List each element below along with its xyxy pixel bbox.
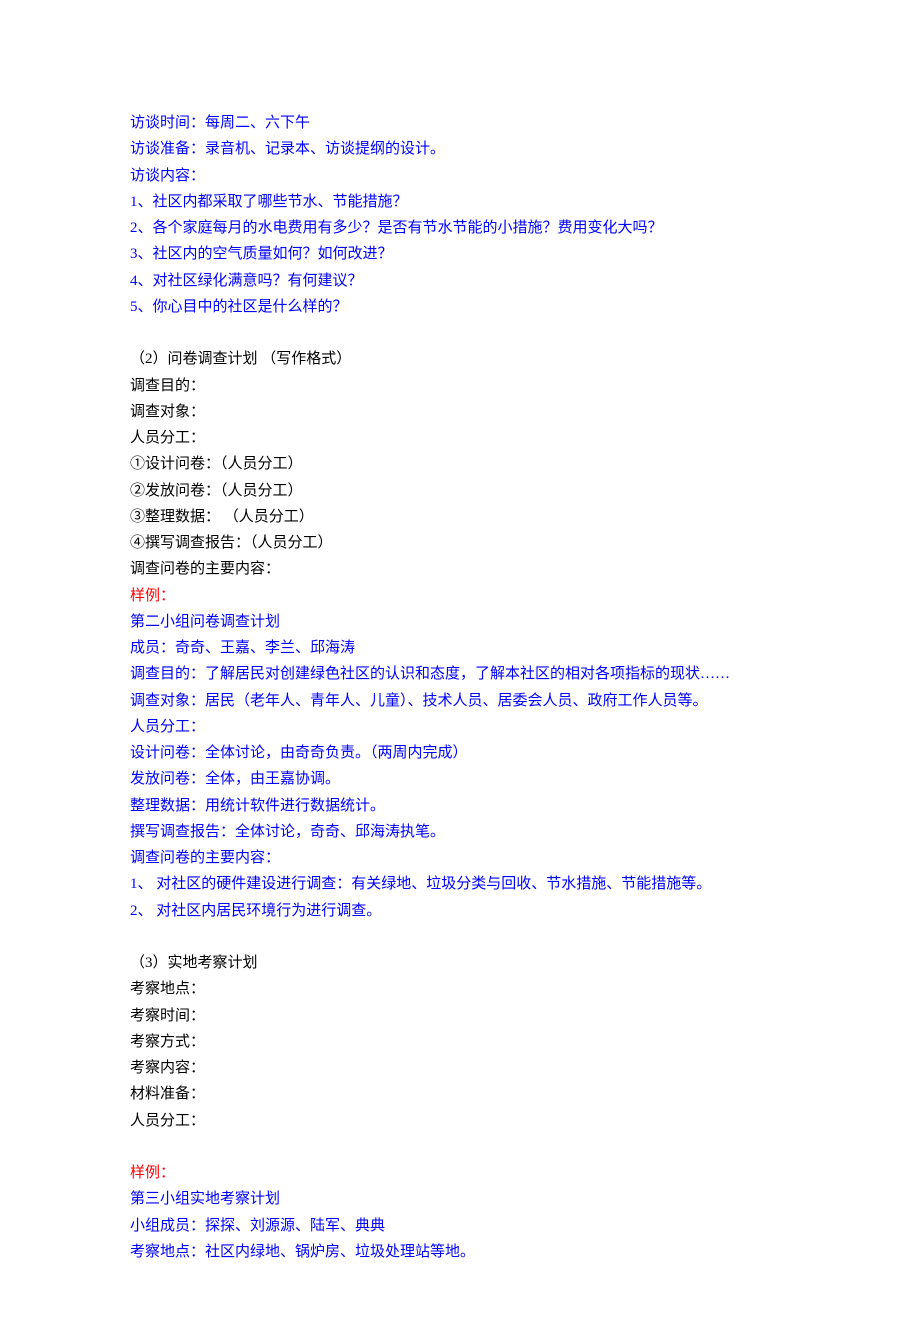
text-line: 第二小组问卷调查计划 — [130, 609, 790, 635]
text-line: 3、社区内的空气质量如何？如何改进？ — [130, 241, 790, 267]
text-line: 材料准备： — [130, 1081, 790, 1107]
text-line: 1、社区内都采取了哪些节水、节能措施？ — [130, 189, 790, 215]
text-line: 考察地点： — [130, 976, 790, 1002]
text-line: ②发放问卷：（人员分工） — [130, 478, 790, 504]
text-line: 2、各个家庭每月的水电费用有多少？是否有节水节能的小措施？费用变化大吗？ — [130, 215, 790, 241]
text-line: 4、对社区绿化满意吗？有何建议？ — [130, 268, 790, 294]
text-line: 考察内容： — [130, 1055, 790, 1081]
text-line: ①设计问卷：（人员分工） — [130, 451, 790, 477]
blank-line — [130, 1134, 790, 1160]
text-line: 考察地点：社区内绿地、锅炉房、垃圾处理站等地。 — [130, 1239, 790, 1265]
text-line: 发放问卷：全体，由王嘉协调。 — [130, 766, 790, 792]
text-line: 1、 对社区的硬件建设进行调查：有关绿地、垃圾分类与回收、节水措施、节能措施等。 — [130, 871, 790, 897]
text-line: ③整理数据： （人员分工） — [130, 504, 790, 530]
text-line: 2、 对社区内居民环境行为进行调查。 — [130, 898, 790, 924]
text-line: 考察方式： — [130, 1029, 790, 1055]
text-line: 第三小组实地考察计划 — [130, 1186, 790, 1212]
text-line: 撰写调查报告：全体讨论，奇奇、邱海涛执笔。 — [130, 819, 790, 845]
text-line: 成员：奇奇、王嘉、李兰、邱海涛 — [130, 635, 790, 661]
text-line: 人员分工： — [130, 714, 790, 740]
text-line: 人员分工： — [130, 425, 790, 451]
text-line: 整理数据：用统计软件进行数据统计。 — [130, 793, 790, 819]
sample-label: 样例： — [130, 1160, 790, 1186]
text-line: 访谈准备：录音机、记录本、访谈提纲的设计。 — [130, 136, 790, 162]
text-line: 访谈时间：每周二、六下午 — [130, 110, 790, 136]
text-line: （3）实地考察计划 — [130, 950, 790, 976]
text-line: 调查问卷的主要内容： — [130, 845, 790, 871]
blank-line — [130, 924, 790, 950]
text-line: 人员分工： — [130, 1108, 790, 1134]
document-page: 访谈时间：每周二、六下午 访谈准备：录音机、记录本、访谈提纲的设计。 访谈内容：… — [0, 0, 920, 1325]
text-line: 5、你心目中的社区是什么样的？ — [130, 294, 790, 320]
text-line: ④撰写调查报告：（人员分工） — [130, 530, 790, 556]
sample-label: 样例： — [130, 583, 790, 609]
text-line: 调查目的：了解居民对创建绿色社区的认识和态度，了解本社区的相对各项指标的现状…… — [130, 661, 790, 687]
blank-line — [130, 320, 790, 346]
text-line: 考察时间： — [130, 1003, 790, 1029]
text-line: （2）问卷调查计划 （写作格式） — [130, 346, 790, 372]
text-line: 调查对象： — [130, 399, 790, 425]
text-line: 调查问卷的主要内容： — [130, 556, 790, 582]
text-line: 设计问卷：全体讨论，由奇奇负责。（两周内完成） — [130, 740, 790, 766]
text-line: 调查对象：居民（老年人、青年人、儿童）、技术人员、居委会人员、政府工作人员等。 — [130, 688, 790, 714]
text-line: 访谈内容： — [130, 163, 790, 189]
text-line: 小组成员：探探、刘源源、陆军、典典 — [130, 1213, 790, 1239]
text-line: 调查目的： — [130, 373, 790, 399]
